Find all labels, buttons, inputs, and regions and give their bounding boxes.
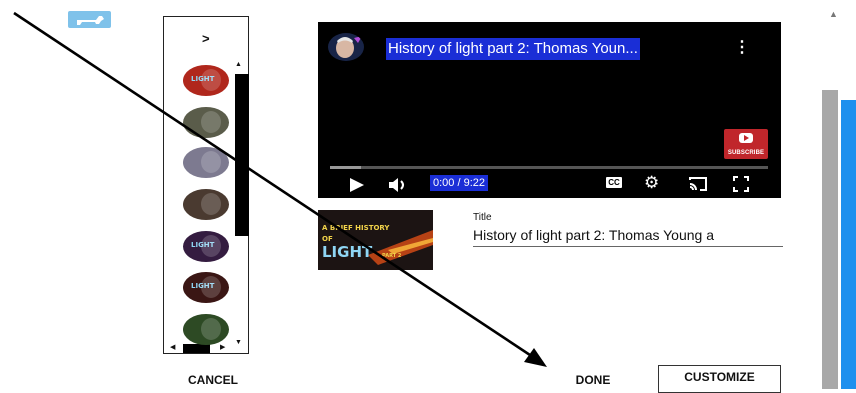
picker-next-chevron[interactable]: > — [202, 31, 210, 46]
play-icon[interactable] — [349, 178, 365, 197]
page-scroll-up-icon[interactable]: ▲ — [829, 9, 838, 19]
picker-scroll-right-icon[interactable]: ▶ — [220, 343, 225, 351]
thumbnail-picker: > ▲ ▼ ◀ ▶ LIGHT LIGHT LIGHT — [163, 16, 249, 354]
thumbnail-option[interactable] — [183, 147, 229, 178]
time-display: 0:00 / 9:22 — [430, 175, 488, 191]
picker-hscrollbar-thumb[interactable] — [183, 344, 210, 353]
progress-bar-fill — [330, 166, 361, 169]
picker-scroll-down-icon[interactable]: ▼ — [235, 339, 242, 346]
preview-line1: A BRIEF HISTORY — [322, 224, 390, 232]
video-player[interactable]: History of light part 2: Thomas Youn... … — [318, 22, 781, 198]
dog-logo-icon — [77, 16, 104, 25]
subscribe-button[interactable]: SUBSCRIBE — [724, 129, 768, 159]
arrowhead-icon — [524, 348, 547, 367]
thumbnail-option[interactable] — [183, 314, 229, 345]
thumbnail-option[interactable]: LIGHT — [183, 65, 229, 96]
title-field-label: Title — [473, 212, 492, 223]
thumbnail-option[interactable]: LIGHT — [183, 272, 229, 303]
app-logo — [68, 11, 111, 28]
more-options-icon[interactable]: ⋮ — [734, 37, 750, 57]
cancel-button[interactable]: CANCEL — [178, 370, 248, 390]
picker-scrollbar-thumb[interactable] — [235, 74, 249, 236]
progress-bar[interactable] — [330, 166, 768, 169]
volume-icon[interactable] — [388, 177, 410, 198]
video-thumbnail-preview: A BRIEF HISTORY OF LIGHT PART 2 — [318, 210, 433, 270]
settings-gear-icon[interactable]: ⚙ — [644, 174, 659, 191]
picker-scroll-left-icon[interactable]: ◀ — [170, 343, 175, 351]
page-scrollbar-thumb[interactable] — [822, 90, 838, 389]
cast-icon[interactable] — [688, 176, 708, 197]
captions-icon[interactable]: CC — [606, 177, 622, 188]
thumbnail-option[interactable] — [183, 107, 229, 138]
youtube-play-icon — [739, 133, 753, 143]
preview-line3: LIGHT — [322, 243, 373, 261]
title-field[interactable] — [473, 224, 783, 247]
thumbnail-option[interactable] — [183, 189, 229, 220]
preview-line4: PART 2 — [382, 253, 402, 259]
thumbnail-option[interactable]: LIGHT — [183, 231, 229, 262]
picker-scroll-up-icon[interactable]: ▲ — [235, 61, 242, 68]
video-title[interactable]: History of light part 2: Thomas Youn... — [386, 38, 640, 60]
side-panel-accent-bar — [841, 100, 856, 389]
preview-line2: OF — [322, 235, 333, 243]
done-button[interactable]: DONE — [564, 370, 622, 390]
fullscreen-icon[interactable] — [733, 176, 749, 197]
subscribe-label: SUBSCRIBE — [727, 150, 765, 156]
channel-avatar[interactable] — [328, 33, 364, 61]
